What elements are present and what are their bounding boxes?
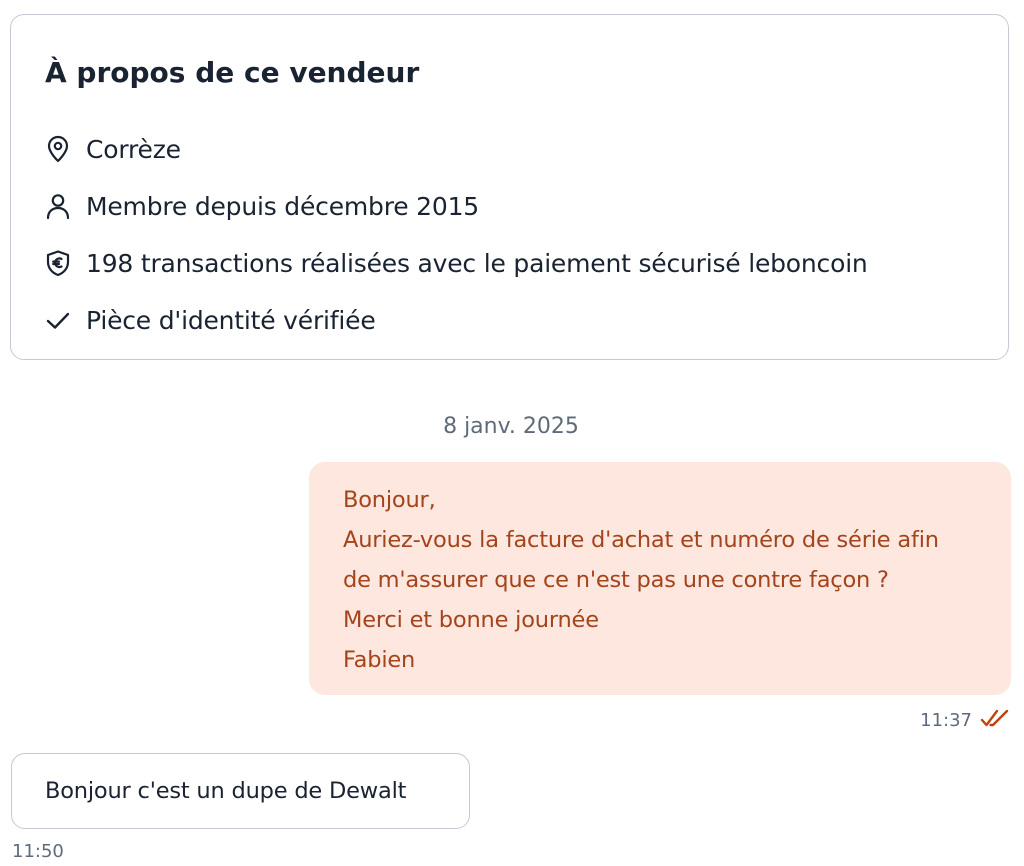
seller-identity-row: Pièce d'identité vérifiée <box>45 303 376 337</box>
conversation-page: À propos de ce vendeur Corrèze Membre de… <box>0 0 1024 866</box>
seller-transactions-row: 198 transactions réalisées avec le paiem… <box>45 246 868 280</box>
seller-identity-text: Pièce d'identité vérifiée <box>86 305 376 335</box>
message-line: Bonjour, <box>343 487 436 513</box>
seller-member-since-row: Membre depuis décembre 2015 <box>45 189 479 223</box>
seller-location-text: Corrèze <box>86 134 181 164</box>
outgoing-message-meta: 11:37 <box>920 706 1010 734</box>
message-line: Auriez-vous la facture d'achat et numéro… <box>343 527 939 553</box>
message-line: de m'assurer que ce n'est pas une contre… <box>343 567 889 593</box>
date-separator: 8 janv. 2025 <box>443 414 579 439</box>
seller-transactions-text: 198 transactions réalisées avec le paiem… <box>86 248 868 278</box>
message-line: Merci et bonne journée <box>343 607 599 633</box>
outgoing-message-bubble: Bonjour, Auriez-vous la facture d'achat … <box>309 462 1011 695</box>
incoming-message-bubble: Bonjour c'est un dupe de Dewalt <box>11 753 470 829</box>
seller-member-since-text: Membre depuis décembre 2015 <box>86 191 479 221</box>
message-line: Fabien <box>343 647 416 673</box>
incoming-message-time: 11:50 <box>12 841 64 862</box>
seller-location-row: Corrèze <box>45 132 181 166</box>
seller-card-title: À propos de ce vendeur <box>45 56 420 89</box>
check-icon <box>45 305 75 335</box>
outgoing-message-time: 11:37 <box>920 709 972 731</box>
seller-info-card: À propos de ce vendeur Corrèze Membre de… <box>10 14 1009 360</box>
incoming-message-text: Bonjour c'est un dupe de Dewalt <box>45 778 407 804</box>
location-pin-icon <box>45 134 75 164</box>
user-icon <box>45 191 75 221</box>
euro-shield-icon <box>45 248 75 278</box>
double-check-read-icon <box>980 707 1010 733</box>
